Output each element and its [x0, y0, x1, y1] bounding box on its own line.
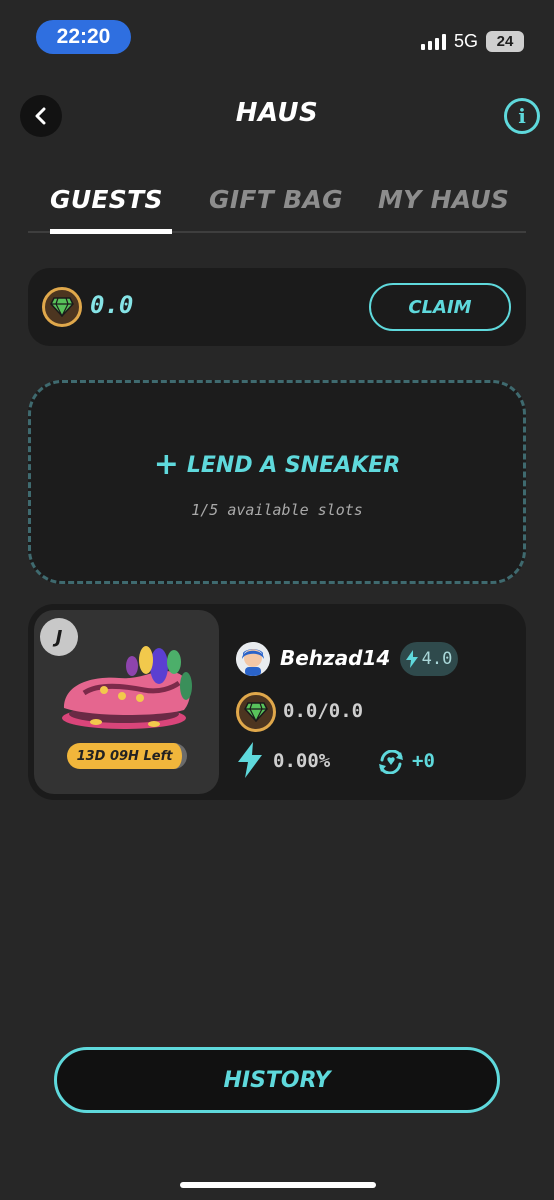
active-tab-indicator — [50, 229, 172, 234]
energy-percent-value: 0.00% — [273, 750, 331, 772]
bolt-icon — [238, 742, 262, 778]
tab-guests[interactable]: GUESTS — [50, 185, 163, 214]
info-button[interactable]: i — [504, 98, 540, 134]
tab-bar: GUESTS GIFT BAG MY HAUS — [28, 185, 526, 234]
haus-screen: 22:20 5G 24 HAUS i GUESTS GIFT BAG MY HA… — [0, 0, 554, 1200]
sneaker-thumbnail[interactable]: J 13D 09H Left — [34, 610, 219, 794]
status-time: 22:20 — [36, 20, 131, 54]
lend-sneaker-slot[interactable]: + LEND A SNEAKER 1/5 available slots — [28, 380, 526, 584]
guest-username: Behzad14 — [280, 646, 391, 670]
info-icon: i — [518, 104, 526, 128]
recycle-icon — [379, 750, 403, 774]
plus-icon: + — [153, 447, 179, 482]
earnings-value: 0.0/0.0 — [283, 700, 364, 722]
network-type: 5G — [453, 31, 478, 51]
avatar — [236, 642, 270, 676]
home-indicator — [180, 1182, 376, 1188]
gem-icon — [42, 287, 82, 327]
energy-level-value: 4.0 — [421, 649, 453, 669]
balance-card: 0.0 CLAIM — [28, 268, 526, 346]
available-slots-text: 1/5 available slots — [191, 501, 363, 519]
lend-sneaker-button[interactable]: + LEND A SNEAKER — [31, 447, 523, 482]
history-button[interactable]: HISTORY — [54, 1047, 500, 1113]
page-title: HAUS — [235, 98, 319, 128]
lend-sneaker-label: LEND A SNEAKER — [186, 453, 401, 478]
status-indicators: 5G 24 — [420, 31, 524, 52]
signal-icon — [420, 33, 446, 50]
balance-value: 0.0 — [90, 291, 134, 319]
claim-button[interactable]: CLAIM — [369, 283, 511, 331]
sneaker-image — [62, 646, 192, 729]
guest-card[interactable]: J 13D 09H Left Behzad14 4.0 0.0/0.0 0.00… — [28, 604, 526, 800]
energy-level-badge: 4.0 — [400, 642, 458, 676]
bolt-icon — [405, 650, 418, 668]
time-left-badge: 13D 09H Left — [67, 743, 187, 769]
tab-my-haus[interactable]: MY HAUS — [378, 185, 509, 214]
tab-gift-bag[interactable]: GIFT BAG — [209, 185, 343, 214]
gem-icon — [236, 692, 276, 732]
recycle-count: +0 — [412, 750, 435, 772]
battery-icon: 24 — [486, 31, 524, 52]
